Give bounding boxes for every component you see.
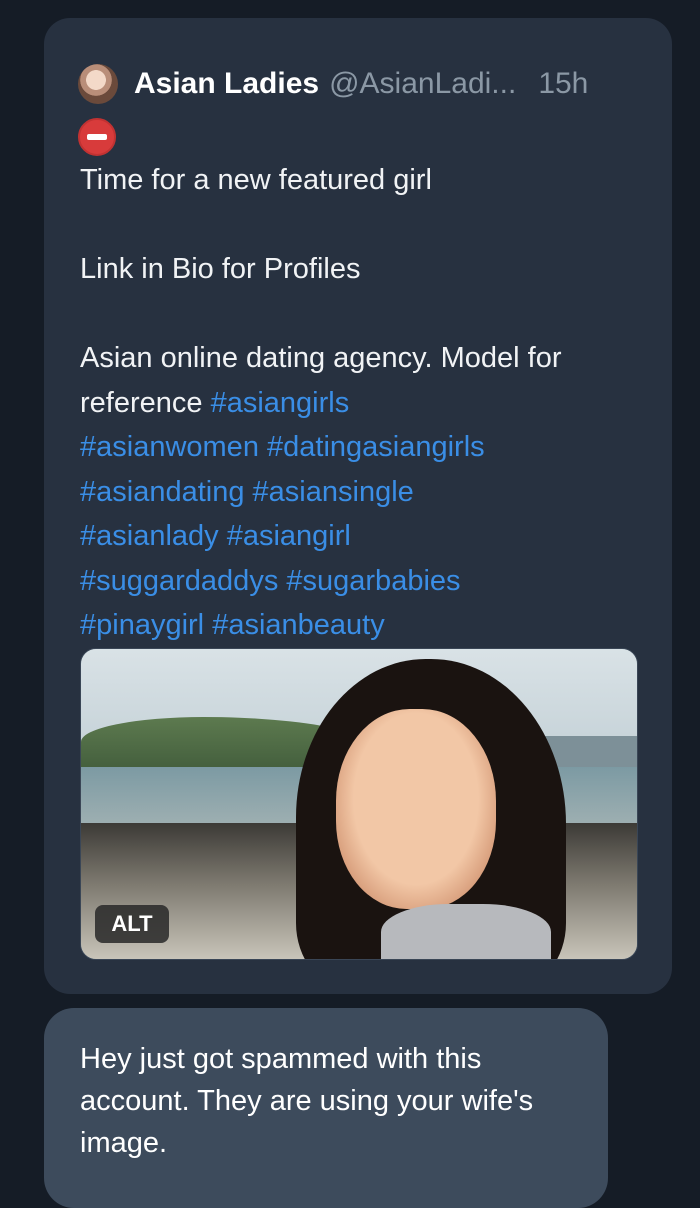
tweet-line-link-in-bio: Link in Bio for Profiles — [80, 253, 361, 285]
hashtag-link[interactable]: #asianbeauty — [212, 609, 385, 641]
hashtag-link[interactable]: #asiandating — [80, 476, 244, 508]
embedded-tweet-card[interactable]: Asian Ladies @AsianLadi... 15h Time for … — [44, 18, 672, 994]
tweet-line-featured: Time for a new featured girl — [80, 164, 432, 196]
hashtag-link[interactable]: #asiangirls — [211, 387, 350, 419]
tweet-header: Asian Ladies @AsianLadi... 15h — [78, 60, 588, 108]
hashtag-link[interactable]: #asiangirl — [227, 520, 351, 552]
hashtag-link[interactable]: #asianlady — [80, 520, 219, 552]
hashtag-link[interactable]: #pinaygirl — [80, 609, 204, 641]
hashtag-link[interactable]: #suggardaddys — [80, 565, 278, 597]
photo-subject-face — [336, 709, 496, 909]
tweet-photo[interactable]: ALT — [80, 648, 638, 960]
hashtag-link[interactable]: #datingasiangirls — [267, 431, 485, 463]
tweet-body: Time for a new featured girl Link in Bio… — [80, 158, 650, 648]
hashtag-link[interactable]: #asianwomen — [80, 431, 259, 463]
author-display-name[interactable]: Asian Ladies — [134, 67, 319, 101]
hashtag-link[interactable]: #asiansingle — [253, 476, 414, 508]
tweet-paragraph-hashtags: Asian online dating agency. Model for re… — [80, 336, 650, 648]
photo-subject-sweater — [381, 904, 551, 959]
author-handle[interactable]: @AsianLadi... — [329, 67, 516, 101]
hashtag-link[interactable]: #sugarbabies — [286, 565, 460, 597]
tweet-timestamp[interactable]: 15h — [538, 67, 588, 101]
alt-text-button[interactable]: ALT — [95, 905, 169, 943]
no-entry-icon — [78, 118, 116, 156]
message-text: Hey just got spammed with this account. … — [80, 1043, 534, 1159]
message-bubble[interactable]: Hey just got spammed with this account. … — [44, 1008, 608, 1208]
author-avatar[interactable] — [78, 64, 118, 104]
